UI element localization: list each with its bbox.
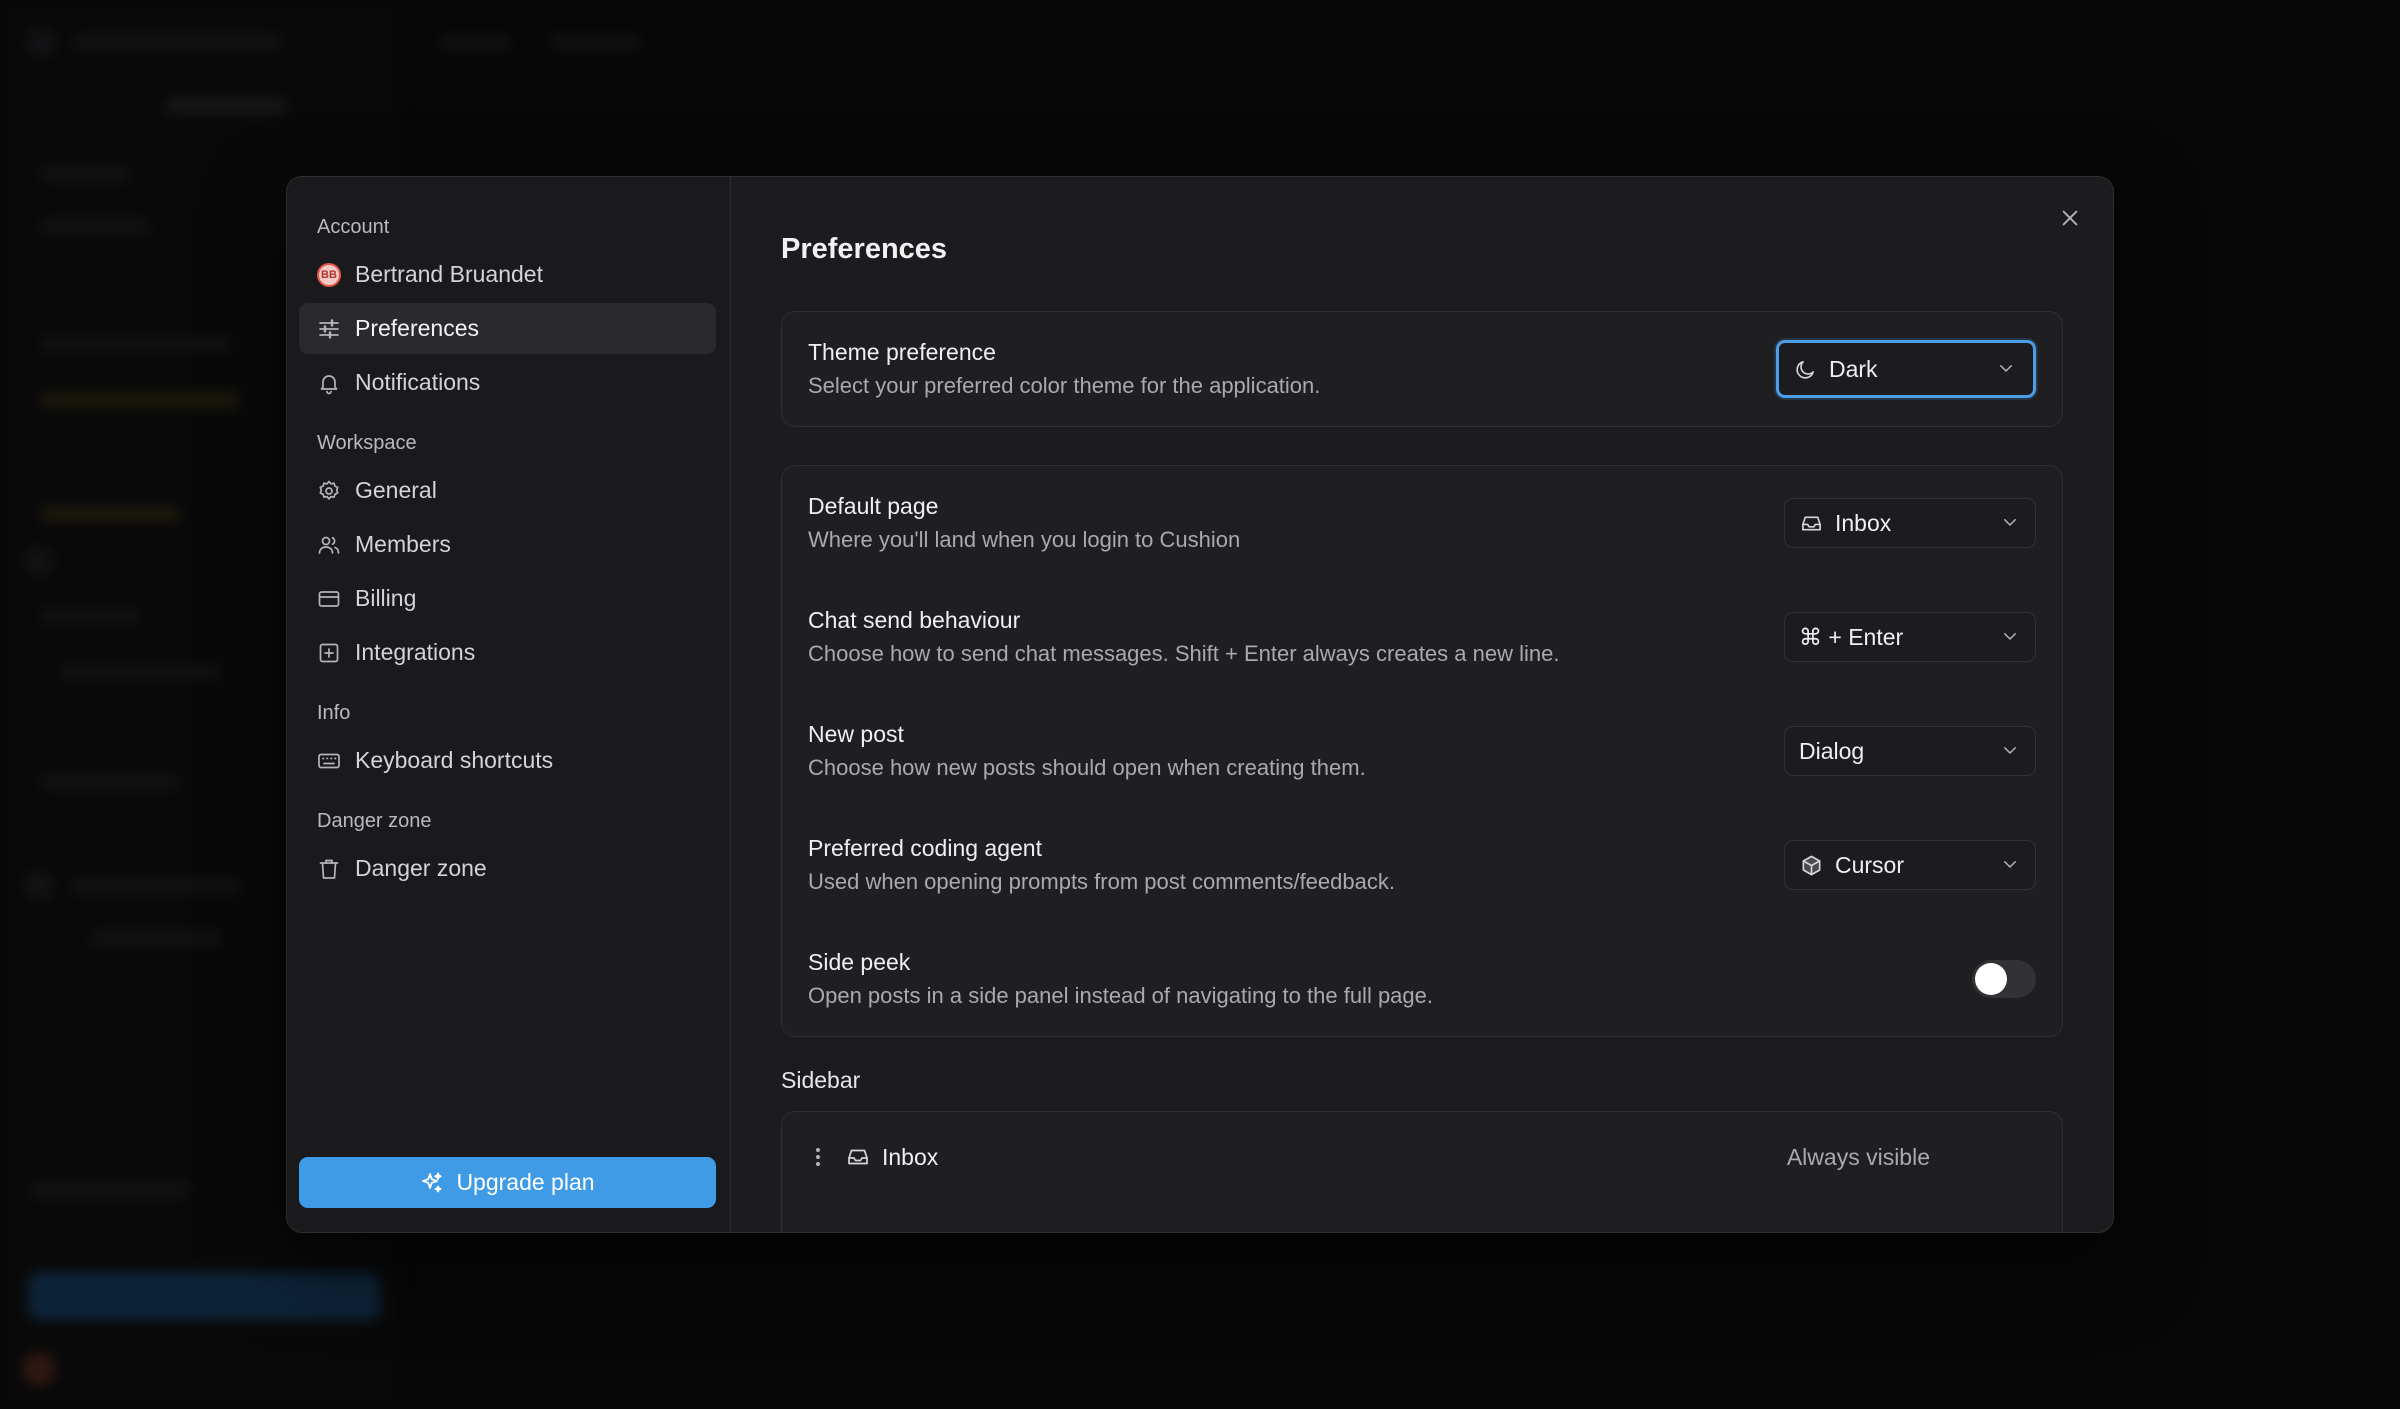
keyboard-icon <box>317 749 341 773</box>
theme-description: Select your preferred color theme for th… <box>808 373 1321 398</box>
sparkles-icon <box>422 1172 443 1192</box>
chat-send-select-value: ⌘ + Enter <box>1799 623 1904 650</box>
chevron-down-icon <box>2001 624 2019 651</box>
default-page-select[interactable]: Inbox <box>1784 498 2036 548</box>
chevron-down-icon <box>2001 852 2019 879</box>
nav-item-label: Keyboard shortcuts <box>355 747 554 773</box>
chevron-down-icon <box>2001 510 2019 537</box>
chat-send-description: Choose how to send chat messages. Shift … <box>808 641 1560 666</box>
side-peek-row: Side peek Open posts in a side panel ins… <box>808 922 2036 1036</box>
toggle-knob <box>1975 963 2007 995</box>
cube-icon <box>1799 853 1823 877</box>
nav-item-danger-zone[interactable]: Danger zone <box>299 843 716 894</box>
nav-item-label: Preferences <box>355 315 480 341</box>
chat-send-text: Chat send behaviour Choose how to send c… <box>808 607 1559 667</box>
general-preferences-card: Default page Where you'll land when you … <box>781 465 2063 1037</box>
nav-item-members[interactable]: Members <box>299 519 716 570</box>
theme-card: Theme preference Select your preferred c… <box>781 311 2063 427</box>
inbox-icon <box>1799 511 1823 535</box>
theme-text: Theme preference Select your preferred c… <box>808 339 1320 399</box>
nav-section-workspace: Workspace <box>317 432 417 454</box>
preferences-panel: Preferences Theme preference Select your… <box>731 177 2113 1232</box>
sidebar-item-name: Inbox <box>882 1143 939 1170</box>
nav-item-label: General <box>355 477 437 503</box>
chevron-down-icon <box>2001 738 2019 765</box>
plus-square-icon <box>317 641 341 665</box>
nav-item-label: Bertrand Bruandet <box>355 261 543 287</box>
chat-send-title: Chat send behaviour <box>808 607 1021 633</box>
coding-agent-title: Preferred coding agent <box>808 835 1042 861</box>
nav-section-danger-zone: Danger zone <box>317 810 432 832</box>
nav-item-notifications[interactable]: Notifications <box>299 357 716 408</box>
nav-item-label: Notifications <box>355 369 481 395</box>
side-peek-title: Side peek <box>808 949 911 975</box>
side-peek-text: Side peek Open posts in a side panel ins… <box>808 949 1433 1009</box>
side-peek-toggle[interactable] <box>1972 960 2036 998</box>
theme-title: Theme preference <box>808 339 996 365</box>
default-page-text: Default page Where you'll land when you … <box>808 493 1240 553</box>
nav-section-info: Info <box>317 702 351 724</box>
bell-icon <box>317 371 341 395</box>
moon-icon <box>1793 357 1817 381</box>
user-avatar-icon: BB <box>317 262 341 287</box>
new-post-row: New post Choose how new posts should ope… <box>808 694 2036 808</box>
new-post-description: Choose how new posts should open when cr… <box>808 755 1366 780</box>
inbox-icon <box>846 1145 870 1169</box>
credit-card-icon <box>317 587 341 611</box>
close-icon <box>2062 210 2078 226</box>
nav-item-label: Danger zone <box>355 855 487 881</box>
coding-agent-description: Used when opening prompts from post comm… <box>808 869 1395 894</box>
nav-item-label: Members <box>355 531 451 557</box>
upgrade-plan-label: Upgrade plan <box>456 1169 595 1195</box>
theme-row: Theme preference Select your preferred c… <box>808 312 2036 426</box>
side-peek-description: Open posts in a side panel instead of na… <box>808 983 1433 1008</box>
new-post-title: New post <box>808 721 904 747</box>
chevron-down-icon <box>1997 356 2015 383</box>
nav-item-profile[interactable]: BB Bertrand Bruandet <box>299 249 716 300</box>
default-page-description: Where you'll land when you login to Cush… <box>808 527 1241 552</box>
nav-item-label: Integrations <box>355 639 476 665</box>
coding-agent-select[interactable]: Cursor <box>1784 840 2036 890</box>
nav-item-billing[interactable]: Billing <box>299 573 716 624</box>
sliders-icon <box>317 317 341 341</box>
upgrade-plan-button[interactable]: Upgrade plan <box>299 1157 716 1208</box>
gear-icon <box>317 479 341 503</box>
theme-select-value: Dark <box>1829 355 1878 382</box>
sidebar-section-label: Sidebar <box>781 1067 861 1093</box>
settings-nav: Account BB Bertrand Bruandet Preferences… <box>287 177 731 1232</box>
new-post-select[interactable]: Dialog <box>1784 726 2036 776</box>
chat-send-select[interactable]: ⌘ + Enter <box>1784 612 2036 662</box>
page-title: Preferences <box>781 233 948 265</box>
users-icon <box>317 533 341 557</box>
new-post-text: New post Choose how new posts should ope… <box>808 721 1366 781</box>
avatar-initials: BB <box>317 262 341 287</box>
nav-section-account: Account <box>317 216 390 238</box>
settings-modal: Account BB Bertrand Bruandet Preferences… <box>286 176 2114 1233</box>
sidebar-item-inbox: Inbox Always visible <box>808 1112 2036 1202</box>
nav-item-general[interactable]: General <box>299 465 716 516</box>
default-page-row: Default page Where you'll land when you … <box>808 466 2036 580</box>
nav-item-label: Billing <box>355 585 417 611</box>
coding-agent-row: Preferred coding agent Used when opening… <box>808 808 2036 922</box>
sidebar-item-visibility: Always visible <box>1786 1143 1930 1170</box>
nav-item-integrations[interactable]: Integrations <box>299 627 716 678</box>
trash-icon <box>317 857 341 881</box>
theme-select[interactable]: Dark <box>1776 340 2036 398</box>
new-post-select-value: Dialog <box>1799 737 1865 764</box>
drag-handle-icon[interactable] <box>808 1145 828 1169</box>
coding-agent-select-value: Cursor <box>1835 851 1905 878</box>
default-page-select-value: Inbox <box>1835 509 1892 536</box>
default-page-title: Default page <box>808 493 939 519</box>
sidebar-items-card: Inbox Always visible <box>781 1111 2063 1232</box>
close-button[interactable] <box>2053 201 2087 235</box>
nav-item-preferences[interactable]: Preferences <box>299 303 716 354</box>
nav-item-keyboard-shortcuts[interactable]: Keyboard shortcuts <box>299 735 716 786</box>
coding-agent-text: Preferred coding agent Used when opening… <box>808 835 1395 895</box>
chat-send-row: Chat send behaviour Choose how to send c… <box>808 580 2036 694</box>
